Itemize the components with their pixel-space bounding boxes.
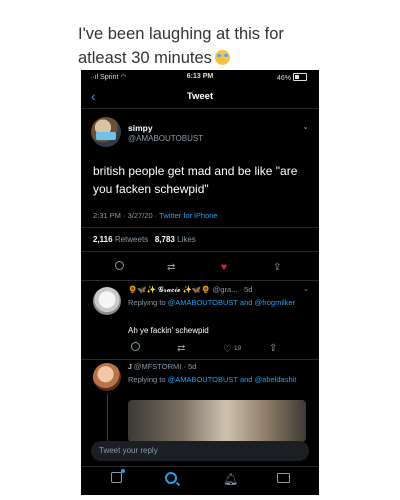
share-icon[interactable]: ⇪ [269, 342, 277, 356]
status-bar: ··ıl Sprint ◠ 6:13 PM 46% [81, 73, 319, 85]
retweet-icon[interactable]: ⇄ [167, 261, 175, 275]
reply-icon[interactable] [131, 342, 140, 356]
like-icon[interactable]: ♡ 19 [223, 342, 241, 357]
retweets-label: Retweets [114, 235, 149, 244]
like-heart-icon[interactable]: ♥ [221, 261, 227, 275]
like-count: 8,783 [154, 235, 175, 244]
post-caption: I've been laughing at this for atleast 3… [78, 22, 328, 70]
reply-meta: @gra... · 5d [212, 285, 253, 294]
reply-avatar[interactable] [93, 287, 121, 315]
reply-text: Ah ye fackin' schewpid [128, 326, 209, 335]
divider [81, 280, 319, 281]
reply-header[interactable]: 🌻🦋✨ 𝓖𝓻𝓪𝓬𝓲𝓮 ✨🦋🌻 @gra... · 5d [128, 285, 252, 295]
likes-label: Likes [177, 235, 196, 244]
tweet-meta: 2:31 PM · 3/27/20 · Twitter for iPhone [93, 211, 218, 220]
author-avatar[interactable] [91, 117, 121, 147]
share-icon[interactable]: ⇪ [273, 261, 281, 275]
chevron-down-icon[interactable]: ⌄ [302, 122, 309, 131]
author-name[interactable]: simpy [128, 123, 153, 133]
crying-laughing-emoji-icon [214, 50, 230, 65]
divider [81, 108, 319, 109]
retweet-icon[interactable]: ⇄ [177, 342, 185, 356]
reply-mentions[interactable]: @AMABOUTOBUST and @frogmilker [168, 298, 295, 307]
battery-indicator: 46% [277, 73, 307, 82]
battery-icon [293, 73, 307, 81]
messages-mail-icon[interactable] [277, 472, 290, 486]
tweet-text: british people get mad and be like "are … [93, 164, 298, 196]
reply-author-name: 🌻🦋✨ 𝓖𝓻𝓪𝓬𝓲𝓮 ✨🦋🌻 [128, 285, 211, 294]
search-icon[interactable] [165, 472, 177, 487]
reply-header[interactable]: J @MFSTORMI · 5d [128, 362, 196, 371]
reply-actions: ⇄ ♡ 19 ⇪ [81, 342, 319, 356]
divider [81, 359, 319, 360]
divider [81, 251, 319, 252]
home-icon[interactable] [111, 469, 125, 486]
phone-screenshot: ··ıl Sprint ◠ 6:13 PM 46% ‹ Tweet simpy … [81, 70, 319, 495]
page-title: Tweet [186, 91, 214, 102]
tweet-actions: ⇄ ♥ ⇪ [81, 261, 319, 275]
reply-mentions[interactable]: @AMABOUTOBUST and @abeldashit [168, 375, 297, 384]
chevron-down-icon[interactable]: ⌄ [303, 285, 309, 293]
reply-context: Replying to @AMABOUTOBUST and @frogmilke… [128, 298, 296, 307]
reply-context: Replying to @AMABOUTOBUST and @abeldashi… [128, 375, 297, 384]
reply-icon[interactable] [115, 261, 124, 275]
reply-like-count: 19 [233, 345, 242, 352]
caption-text: I've been laughing at this for atleast 3… [78, 25, 284, 67]
reply-media-image[interactable] [128, 400, 306, 442]
tweet-reply-input[interactable]: Tweet your reply [91, 441, 309, 461]
divider [81, 227, 319, 228]
tweet-timestamp: 2:31 PM · 3/27/20 · [93, 211, 160, 220]
reply-avatar[interactable] [93, 363, 121, 391]
author-handle[interactable]: @AMABOUTOBUST [128, 134, 203, 143]
tweet-stats[interactable]: 2,116 Retweets 8,783 Likes [93, 235, 196, 244]
retweet-count: 2,116 [93, 235, 113, 244]
notifications-bell-icon[interactable]: 🔔︎ [223, 472, 238, 486]
reply-author-name: J [128, 362, 132, 371]
nav-bar: ‹ Tweet [81, 86, 319, 108]
tweet-client-link[interactable]: Twitter for iPhone [159, 211, 217, 220]
thread-line [107, 394, 108, 444]
reply-meta: @MFSTORMI · 5d [133, 362, 197, 371]
bottom-tab-bar: 🔔︎ [81, 466, 319, 495]
